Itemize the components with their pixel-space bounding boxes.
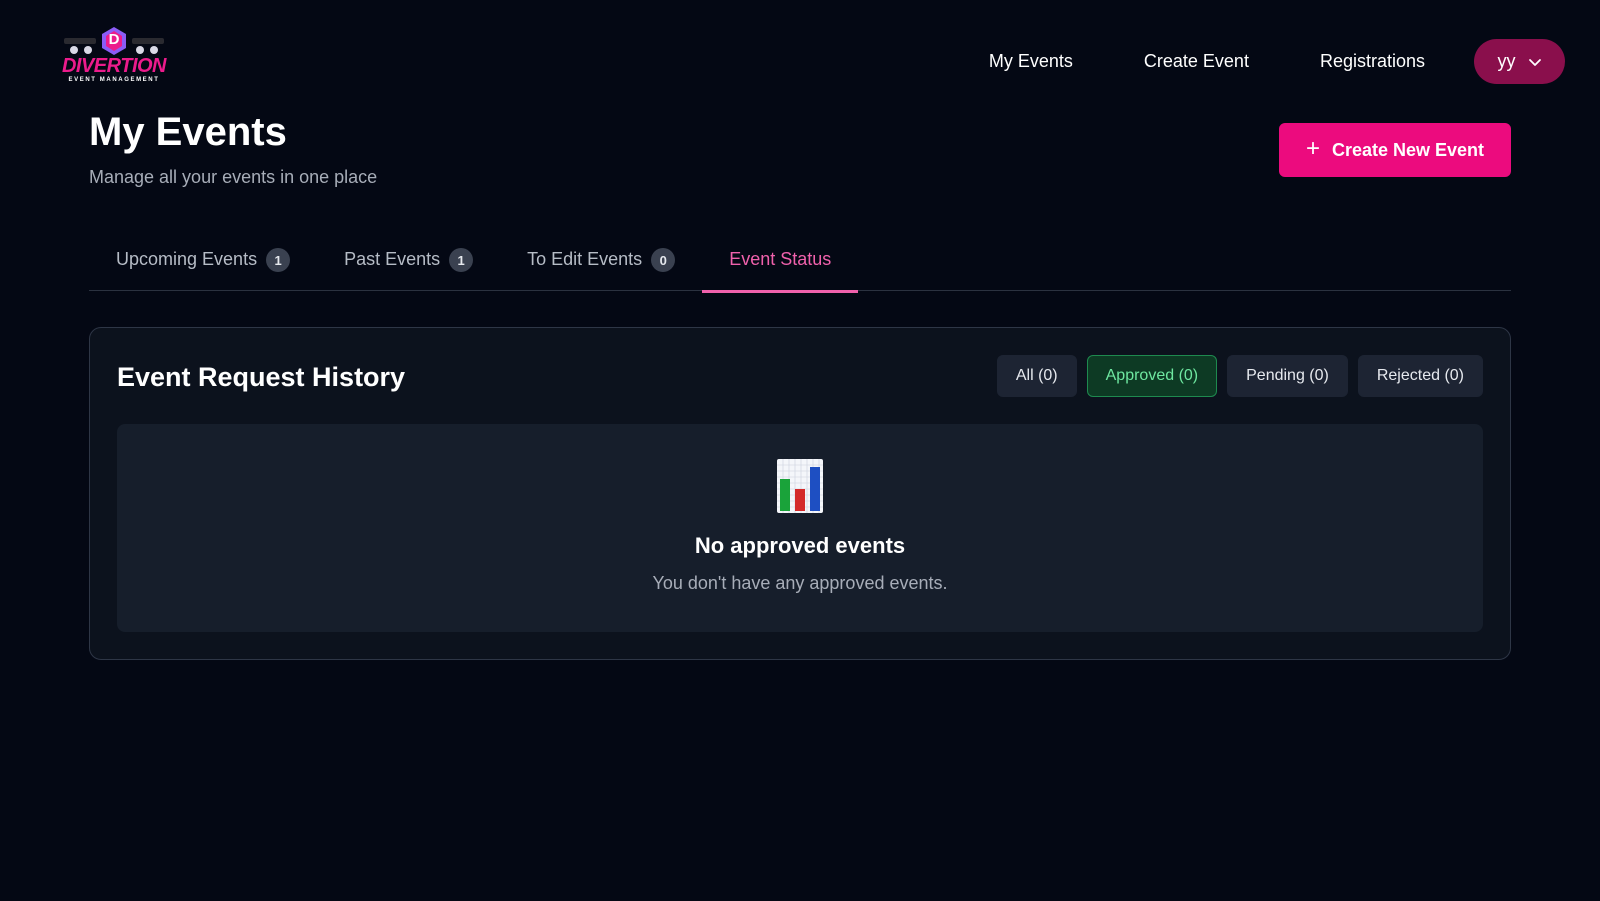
page-title: My Events bbox=[89, 110, 287, 154]
event-request-history-panel: Event Request History All (0) Approved (… bbox=[89, 327, 1511, 660]
bar-chart-icon bbox=[777, 459, 823, 513]
user-initials: yy bbox=[1497, 51, 1516, 71]
tab-label: Past Events bbox=[344, 248, 441, 269]
tab-label: To Edit Events bbox=[527, 248, 643, 269]
top-nav: My Events Create Event Registrations yy bbox=[989, 39, 1565, 84]
tab-to-edit-events[interactable]: To Edit Events 0 bbox=[500, 235, 702, 291]
nav-create-event[interactable]: Create Event bbox=[1144, 51, 1249, 72]
event-tabs: Upcoming Events 1 Past Events 1 To Edit … bbox=[89, 235, 1511, 293]
panel-title: Event Request History bbox=[117, 362, 406, 392]
chevron-down-icon bbox=[1528, 58, 1541, 66]
user-menu-button[interactable]: yy bbox=[1474, 39, 1565, 84]
tab-count-badge: 1 bbox=[449, 248, 474, 272]
filter-pending-button[interactable]: Pending (0) bbox=[1227, 355, 1348, 397]
tab-upcoming-events[interactable]: Upcoming Events 1 bbox=[89, 235, 317, 291]
logo-name: DIVERTION bbox=[61, 55, 167, 77]
tab-count-badge: 0 bbox=[651, 248, 676, 272]
tab-past-events[interactable]: Past Events 1 bbox=[317, 235, 500, 291]
tab-label: Upcoming Events bbox=[116, 248, 258, 269]
logo-letter: D bbox=[108, 31, 120, 48]
create-new-event-button[interactable]: + Create New Event bbox=[1279, 123, 1511, 177]
status-filters: All (0) Approved (0) Pending (0) Rejecte… bbox=[996, 355, 1483, 397]
logo-tagline: EVENT MANAGEMENT bbox=[68, 77, 160, 83]
filter-all-button[interactable]: All (0) bbox=[996, 355, 1077, 397]
logo[interactable]: D DIVERTION EVENT MANAGEMENT bbox=[60, 24, 168, 88]
tab-label: Event Status bbox=[729, 248, 832, 269]
header: D DIVERTION EVENT MANAGEMENT My Events C… bbox=[0, 0, 1600, 110]
empty-state: No approved events You don't have any ap… bbox=[117, 424, 1483, 632]
tab-count-badge: 1 bbox=[266, 248, 291, 272]
filter-approved-button[interactable]: Approved (0) bbox=[1086, 355, 1218, 397]
plus-icon: + bbox=[1305, 135, 1320, 162]
nav-registrations[interactable]: Registrations bbox=[1320, 51, 1425, 72]
page-subtitle: Manage all your events in one place bbox=[89, 167, 378, 187]
empty-state-text: You don't have any approved events. bbox=[652, 573, 948, 593]
page: D DIVERTION EVENT MANAGEMENT My Events C… bbox=[0, 0, 1600, 901]
filter-rejected-button[interactable]: Rejected (0) bbox=[1357, 355, 1483, 397]
empty-state-title: No approved events bbox=[694, 533, 906, 558]
tab-event-status[interactable]: Event Status bbox=[702, 235, 859, 293]
create-new-event-label: Create New Event bbox=[1331, 139, 1485, 160]
nav-my-events[interactable]: My Events bbox=[989, 51, 1073, 72]
